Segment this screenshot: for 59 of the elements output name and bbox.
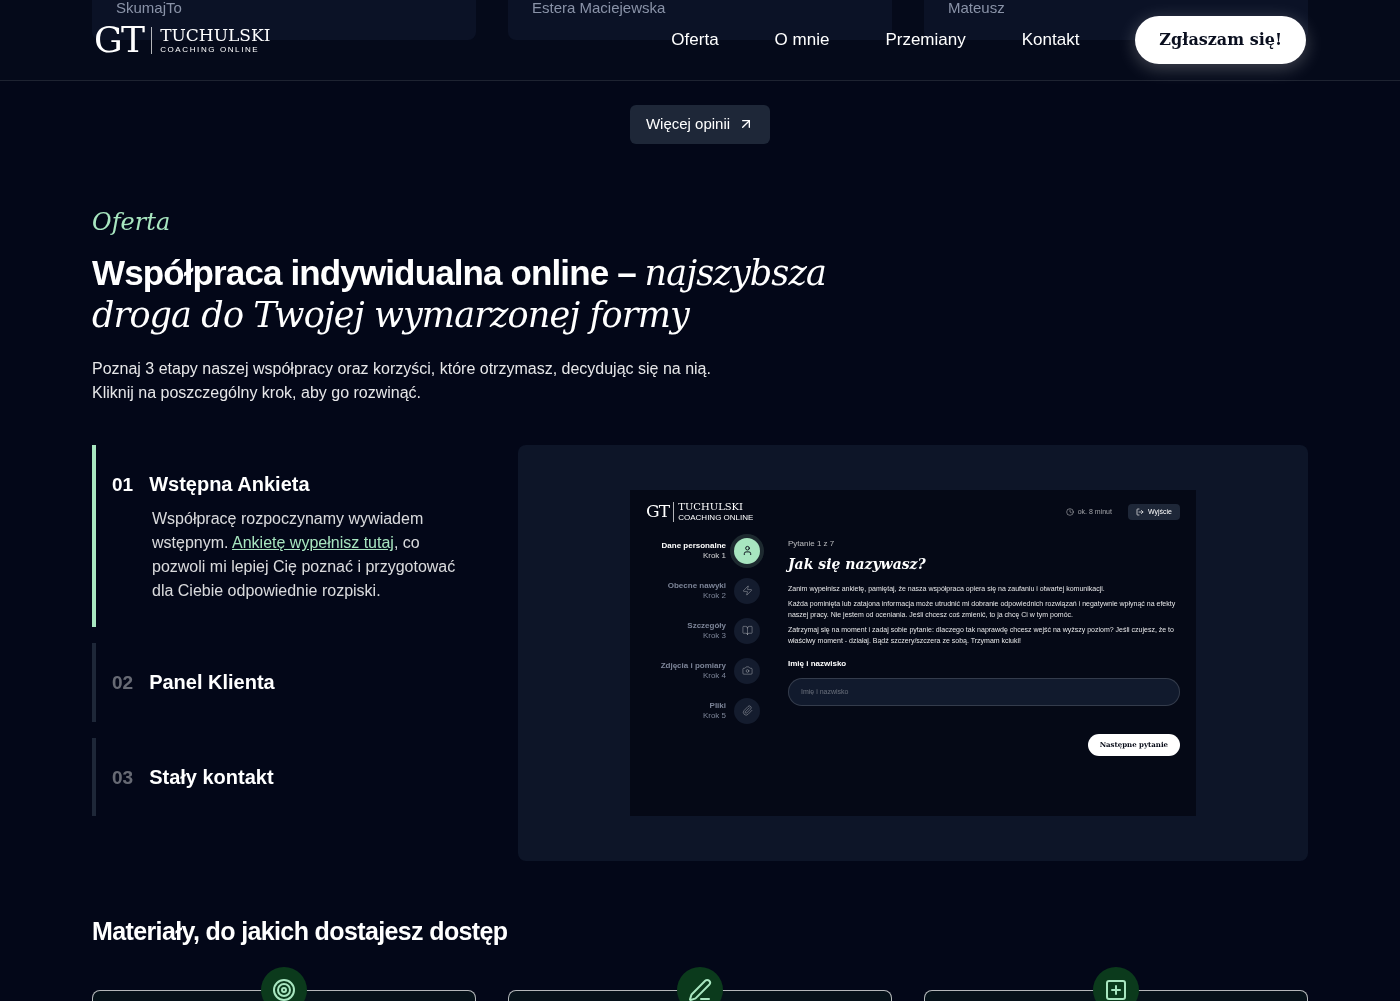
survey-step-sub: Krok 3 — [701, 630, 726, 641]
reviewer-name: SkumajTo — [116, 0, 182, 16]
survey-step-label: Obecne nawyki — [666, 580, 726, 591]
survey-step-sub: Krok 4 — [701, 670, 726, 681]
step-number: 01 — [112, 472, 134, 497]
step-title: Wstępna Ankieta — [149, 471, 310, 497]
step-item[interactable]: 03 Stały kontakt — [92, 737, 474, 817]
step-description: Współpracę rozpoczynamy wywiadem wstępnym. Ankietę wypełnisz tutaj, co pozwoli mi lepiej Cię poznać i przygotować dla Ciebie odpowiednie rozpiski. — [152, 509, 457, 602]
target-icon — [261, 967, 307, 1001]
survey-step-sub: Krok 5 — [701, 710, 726, 721]
logo-tagline: COACHING ONLINE — [678, 513, 754, 522]
survey-step-label: Zdjęcia i pomiary — [659, 660, 726, 671]
user-icon — [741, 545, 753, 557]
paperclip-icon — [741, 705, 753, 717]
logo-name: TUCHULSKI — [678, 501, 745, 512]
logo-mark: GT — [646, 503, 670, 521]
survey-step-sub: Krok 1 — [701, 550, 726, 561]
survey-step-marker[interactable] — [734, 537, 760, 564]
logo-mark: GT — [94, 22, 144, 58]
step-item[interactable]: 02 Panel Klienta — [92, 643, 474, 722]
nav-link[interactable]: Oferta — [671, 27, 719, 53]
field-label: Imię i nazwisko — [788, 657, 848, 670]
reviewer-name: Mateusz — [948, 0, 1005, 16]
reviewer-name: Estera Maciejewska — [532, 0, 666, 16]
signup-button[interactable]: Zgłaszam się! — [1135, 16, 1306, 64]
step-number: 03 — [112, 765, 134, 790]
step-title: Stały kontakt — [149, 764, 274, 790]
camera-icon — [741, 665, 753, 677]
book-icon — [741, 625, 753, 637]
survey-step-label: Pliki — [708, 700, 726, 711]
exit-icon — [1135, 507, 1144, 516]
logo-tagline: COACHING ONLINE — [160, 45, 261, 54]
section-eyebrow: Oferta — [92, 206, 172, 238]
intro-text: Poznaj 3 etapy naszej współpracy oraz korzyści, które otrzymasz, decydując się na nią. — [92, 358, 712, 379]
logo-name: TUCHULSKI — [160, 26, 271, 44]
plus-icon — [1093, 967, 1139, 1001]
survey-step-marker[interactable] — [734, 657, 760, 684]
survey-step-marker[interactable] — [734, 577, 760, 604]
materials-heading: Materiały, do jakich dostajesz dostęp — [92, 915, 509, 947]
question-title: Jak się nazywasz? — [788, 554, 927, 574]
survey-step-marker[interactable] — [734, 617, 760, 644]
step-item[interactable]: 01 Wstępna Ankieta Współpracę rozpoczynamy wywiadem wstępnym. Ankietę wypełnisz tutaj, co pozwoli mi lepiej Cię poznać i przygotować dla Ciebie odpowiednie rozpiski. — [92, 444, 474, 628]
intro-text: Kliknij na poszczególny krok, aby go rozwinąć. — [92, 382, 423, 403]
section-heading: Współpraca indywidualna online – najszybsza droga do Twojej wymarzonej formy — [92, 251, 827, 337]
survey-step-marker[interactable] — [734, 697, 760, 724]
step-number: 02 — [112, 671, 134, 696]
clock-icon — [1065, 507, 1074, 516]
nav-link[interactable]: O mnie — [774, 27, 830, 53]
survey-step-sub: Krok 2 — [701, 590, 726, 601]
step-title: Panel Klienta — [149, 670, 275, 696]
lightning-icon — [741, 585, 753, 597]
survey-step-label: Szczegóły — [686, 620, 726, 631]
nav-link[interactable]: Przemiany — [885, 27, 966, 53]
survey-link[interactable]: Ankietę wypełnisz tutaj — [232, 534, 394, 552]
more-reviews-button[interactable]: Więcej opinii — [629, 105, 771, 144]
question-counter: Pytanie 1 z 7 — [788, 537, 836, 550]
pen-icon — [677, 967, 723, 1001]
nav-link[interactable]: Kontakt — [1021, 27, 1080, 53]
survey-step-label: Dane personalne — [660, 540, 726, 551]
